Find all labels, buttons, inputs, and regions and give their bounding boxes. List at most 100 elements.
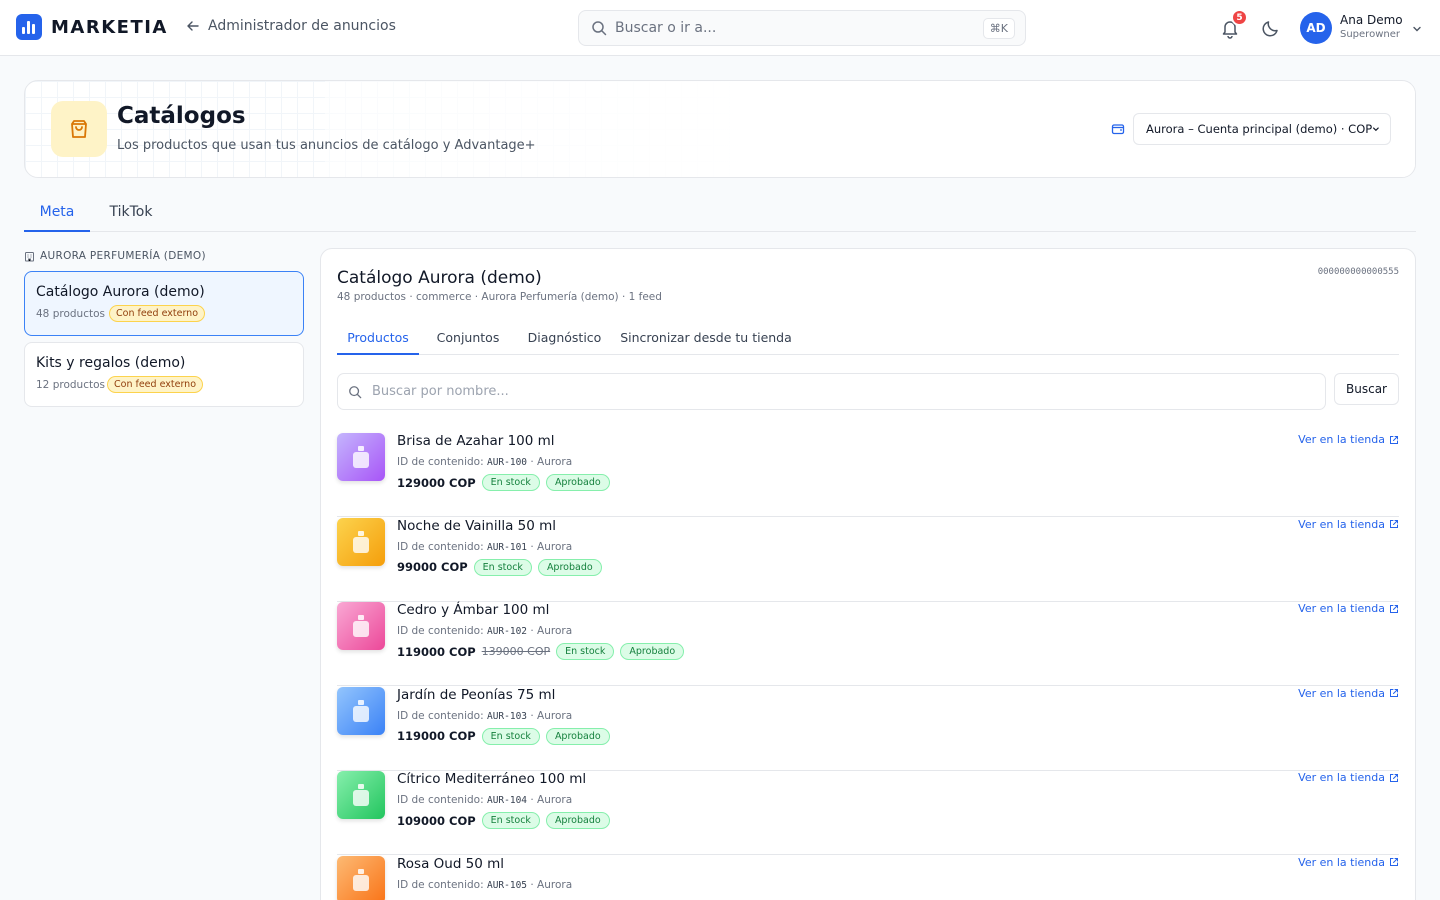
- perfume-bottle-icon: [353, 615, 369, 637]
- product-row[interactable]: Rosa Oud 50 ml ID de contenido: AUR-105 ·…: [337, 855, 1399, 900]
- product-search-placeholder: Buscar por nombre...: [372, 384, 509, 399]
- product-search-input[interactable]: Buscar por nombre...: [337, 373, 1326, 410]
- search-button[interactable]: Buscar: [1334, 373, 1399, 405]
- catalog-name: Kits y regalos (demo): [36, 355, 186, 371]
- product-content-id: ID de contenido: AUR-100 · Aurora: [397, 456, 573, 468]
- product-content-id: ID de contenido: AUR-104 · Aurora: [397, 794, 573, 806]
- product-row[interactable]: Noche de Vainilla 50 ml ID de contenido: …: [337, 517, 1399, 602]
- content-id-value: AUR-103: [486, 710, 528, 722]
- view-in-store-link[interactable]: Ver en la tienda: [1298, 771, 1399, 784]
- product-row[interactable]: Jardín de Peonías 75 ml ID de contenido: …: [337, 686, 1399, 771]
- global-search-placeholder: Buscar o ir a...: [615, 20, 717, 36]
- product-name: Cedro y Ámbar 100 ml: [397, 602, 550, 618]
- stock-badge: En stock: [481, 474, 540, 491]
- ad-account-selected: Aurora – Cuenta principal (demo) · COP: [1146, 122, 1373, 136]
- moon-icon[interactable]: [1261, 18, 1281, 38]
- page-header: Catálogos Los productos que usan tus anu…: [24, 80, 1416, 178]
- page-subtitle: Los productos que usan tus anuncios de c…: [117, 138, 536, 153]
- business-name: AURORA PERFUMERÍA (DEMO): [40, 250, 206, 262]
- content-id-label: ID de contenido:: [397, 456, 484, 468]
- product-brand: Aurora: [537, 878, 573, 891]
- tab-meta[interactable]: Meta: [24, 196, 90, 232]
- ad-account-select[interactable]: Aurora – Cuenta principal (demo) · COP: [1133, 113, 1391, 145]
- catalog-card-kits[interactable]: Kits y regalos (demo) 12 productos Con f…: [24, 342, 304, 407]
- product-price: 129000 COP: [397, 475, 476, 490]
- back-to-ads-manager-link[interactable]: Administrador de anuncios: [186, 18, 396, 34]
- view-in-store-label: Ver en la tienda: [1298, 517, 1385, 531]
- chevron-down-icon[interactable]: [1411, 23, 1423, 35]
- product-thumbnail: [337, 517, 385, 566]
- tab-sync-store[interactable]: Sincronizar desde tu tienda: [616, 327, 796, 355]
- product-row[interactable]: Cítrico Mediterráneo 100 ml ID de conteni…: [337, 771, 1399, 855]
- content-id-label: ID de contenido:: [397, 625, 484, 637]
- tab-sets[interactable]: Conjuntos: [427, 327, 509, 355]
- content-id-value: AUR-102: [486, 626, 528, 637]
- product-thumbnail: [337, 686, 385, 735]
- product-name: Noche de Vainilla 50 ml: [397, 517, 557, 534]
- catalog-card-aurora[interactable]: Catálogo Aurora (demo) 48 productos Con …: [24, 271, 304, 336]
- product-content-id: ID de contenido: AUR-101 · Aurora: [397, 540, 573, 553]
- external-link-icon: [1390, 858, 1398, 866]
- arrow-left-icon: [187, 21, 199, 31]
- product-price-line: 99000 COP En stock Aprobado: [397, 558, 602, 576]
- wallet-icon: [1111, 124, 1125, 135]
- content-id-label: ID de contenido:: [397, 709, 484, 722]
- view-in-store-label: Ver en la tienda: [1298, 686, 1385, 700]
- view-in-store-link[interactable]: Ver en la tienda: [1298, 856, 1399, 869]
- product-name: Cítrico Mediterráneo 100 ml: [397, 771, 587, 787]
- product-name: Rosa Oud 50 ml: [397, 855, 505, 872]
- search-icon: [592, 21, 607, 36]
- external-link-icon: [1390, 520, 1398, 528]
- product-brand: Aurora: [537, 456, 573, 468]
- global-search-input[interactable]: Buscar o ir a... ⌘K: [578, 10, 1026, 46]
- view-in-store-link[interactable]: Ver en la tienda: [1298, 518, 1399, 531]
- view-in-store-link[interactable]: Ver en la tienda: [1298, 602, 1399, 615]
- stock-badge: En stock: [481, 727, 540, 745]
- top-bar: MARKETIA Administrador de anuncios Busca…: [0, 0, 1440, 56]
- brand-logo[interactable]: MARKETIA: [16, 14, 168, 40]
- search-shortcut: ⌘K: [982, 17, 1015, 39]
- product-row[interactable]: Brisa de Azahar 100 ml ID de contenido: A…: [337, 433, 1399, 517]
- platform-tabs: Meta TikTok: [24, 196, 1416, 232]
- review-status-badge: Aprobado: [545, 727, 610, 745]
- product-price: 119000 COP: [397, 644, 476, 659]
- feed-badge: Con feed externo: [109, 305, 206, 322]
- view-in-store-link[interactable]: Ver en la tienda: [1298, 433, 1399, 446]
- page-title: Catálogos: [117, 103, 246, 129]
- chevron-down-icon: [1373, 127, 1379, 132]
- product-brand: Aurora: [537, 540, 573, 553]
- catalog-count: 48 productos: [36, 308, 105, 320]
- tab-products[interactable]: Productos: [337, 327, 419, 355]
- brand-name: MARKETIA: [51, 16, 168, 38]
- view-in-store-link[interactable]: Ver en la tienda: [1298, 687, 1399, 700]
- external-link-icon: [1390, 689, 1398, 697]
- content-id-value: AUR-101: [486, 541, 528, 553]
- product-price-line: 129000 COP En stock Aprobado: [397, 474, 610, 491]
- product-thumbnail: [337, 602, 385, 650]
- back-link-label: Administrador de anuncios: [208, 18, 396, 34]
- view-in-store-label: Ver en la tienda: [1298, 602, 1385, 615]
- perfume-bottle-icon: [353, 699, 369, 722]
- content-id-label: ID de contenido:: [397, 794, 484, 806]
- product-name: Brisa de Azahar 100 ml: [397, 433, 555, 449]
- review-status-badge: Aprobado: [620, 643, 685, 660]
- review-status-badge: Aprobado: [545, 474, 610, 491]
- perfume-bottle-icon: [353, 530, 369, 553]
- stock-badge: En stock: [473, 558, 532, 576]
- product-row[interactable]: Cedro y Ámbar 100 ml ID de contenido: AUR…: [337, 602, 1399, 686]
- tab-diagnostics[interactable]: Diagnóstico: [517, 327, 612, 355]
- product-content-id: ID de contenido: AUR-102 · Aurora: [397, 625, 573, 637]
- user-avatar[interactable]: AD: [1300, 12, 1332, 44]
- catalog-detail-panel: Catálogo Aurora (demo) 48 productos · co…: [320, 248, 1416, 900]
- user-name[interactable]: Ana Demo: [1340, 13, 1403, 27]
- product-content-id: ID de contenido: AUR-105 · Aurora: [397, 878, 573, 891]
- building-icon: [25, 251, 34, 261]
- content-id-value: AUR-100: [486, 457, 528, 468]
- tab-tiktok[interactable]: TikTok: [98, 196, 164, 232]
- product-price: 99000 COP: [397, 560, 468, 574]
- product-price: 119000 COP: [397, 729, 476, 743]
- perfume-bottle-icon: [353, 446, 369, 468]
- catalog-meta: 48 productos · commerce · Aurora Perfume…: [337, 291, 662, 303]
- external-link-icon: [1390, 435, 1398, 444]
- content-id-value: AUR-105: [486, 879, 528, 891]
